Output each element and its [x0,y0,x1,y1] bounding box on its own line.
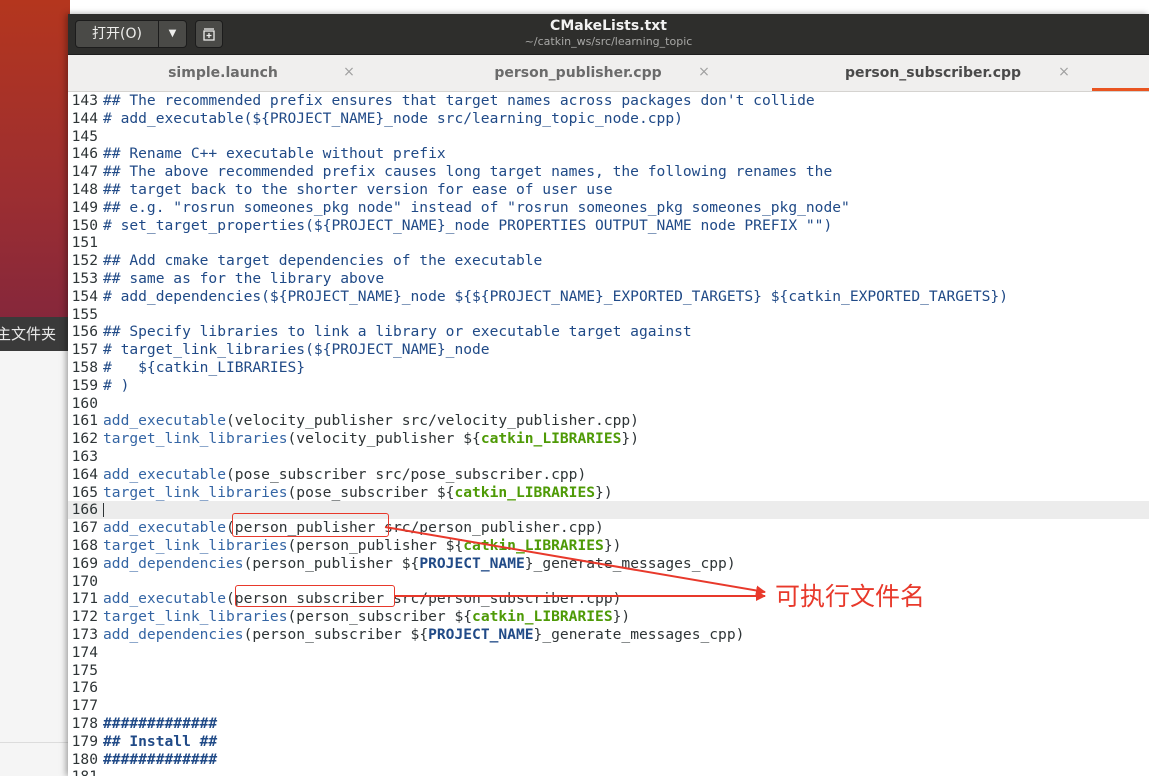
annotation-arrow-upper [384,526,766,596]
annotation-label: 可执行文件名 [775,582,926,611]
annotation-arrows [384,526,766,601]
